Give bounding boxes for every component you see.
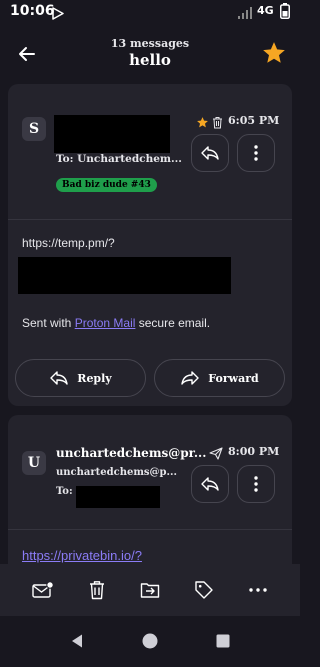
more-vertical-icon: [254, 476, 258, 492]
recipient-line: To: Unchartedchem...: [56, 153, 182, 165]
triangle-back-icon: [72, 634, 82, 648]
system-navigation-bar: [0, 616, 300, 667]
reply-quick-button[interactable]: [191, 465, 229, 503]
star-icon: [196, 114, 209, 133]
status-time: 10:06: [10, 3, 55, 19]
action-bar: [0, 564, 300, 616]
more-actions-button[interactable]: [246, 578, 270, 602]
recipient-label: To:: [56, 486, 73, 497]
avatar: U: [22, 451, 46, 475]
label-button[interactable]: [192, 578, 216, 602]
more-options-button[interactable]: [237, 465, 275, 503]
redacted-sender: [54, 115, 170, 153]
star-button[interactable]: [261, 40, 287, 66]
redacted-recipient: [76, 486, 160, 508]
signature-line: Sent with Proton Mail secure email.: [22, 316, 210, 330]
conversation-header: 13 messages hello: [0, 24, 300, 82]
mark-unread-button[interactable]: [31, 578, 55, 602]
nav-recents-button[interactable]: [211, 629, 235, 653]
reply-icon: [50, 371, 68, 385]
reply-quick-button[interactable]: [191, 134, 229, 172]
mail-unread-icon: [32, 581, 54, 598]
star-icon: [263, 42, 285, 63]
tag-icon: [195, 581, 213, 599]
move-folder-icon: [140, 583, 160, 598]
body-link[interactable]: https://privatebin.io/?: [22, 548, 142, 563]
signature-prefix: Sent with: [22, 316, 75, 330]
message-card[interactable]: U unchartedchems@pr... unchartedchems@p.…: [8, 415, 292, 575]
forward-label: Forward: [208, 371, 259, 385]
play-store-icon: [52, 5, 64, 24]
message-time: 6:05 PM: [228, 114, 280, 127]
reply-button[interactable]: Reply: [15, 359, 146, 397]
more-vertical-icon: [254, 145, 258, 161]
reply-icon: [201, 477, 219, 491]
divider: [8, 529, 292, 530]
proton-mail-link[interactable]: Proton Mail: [75, 316, 136, 330]
divider: [8, 219, 292, 220]
trash-icon: [212, 114, 223, 133]
nav-back-button[interactable]: [65, 629, 89, 653]
battery-icon: [280, 3, 290, 23]
network-type: 4G: [257, 4, 274, 17]
more-horizontal-icon: [249, 588, 267, 592]
message-count: 13 messages: [110, 37, 190, 50]
message-card[interactable]: S To: Unchartedchem... Bad biz dude #43 …: [8, 84, 292, 406]
sender-name: unchartedchems@pr...: [56, 446, 207, 460]
reply-icon: [201, 146, 219, 160]
page-title: hello: [129, 51, 171, 69]
trash-icon: [90, 581, 104, 600]
square-recents-icon: [216, 634, 230, 648]
redacted-content: [18, 257, 231, 294]
more-options-button[interactable]: [237, 134, 275, 172]
nav-home-button[interactable]: [138, 629, 162, 653]
status-bar: 10:06 4G: [0, 0, 300, 24]
forward-icon: [181, 371, 199, 385]
body-link-text[interactable]: https://temp.pm/?: [22, 236, 115, 250]
move-to-button[interactable]: [138, 578, 162, 602]
reply-label: Reply: [77, 371, 112, 385]
sender-address: unchartedchems@p...: [56, 467, 177, 478]
signature-suffix: secure email.: [135, 316, 211, 330]
circle-home-icon: [142, 633, 158, 649]
sent-icon: [209, 445, 223, 464]
label-badge[interactable]: Bad biz dude #43: [56, 178, 157, 192]
forward-button[interactable]: Forward: [154, 359, 285, 397]
message-time: 8:00 PM: [228, 445, 280, 458]
avatar: S: [22, 117, 46, 141]
signal-icon: [238, 4, 254, 23]
delete-button[interactable]: [85, 578, 109, 602]
